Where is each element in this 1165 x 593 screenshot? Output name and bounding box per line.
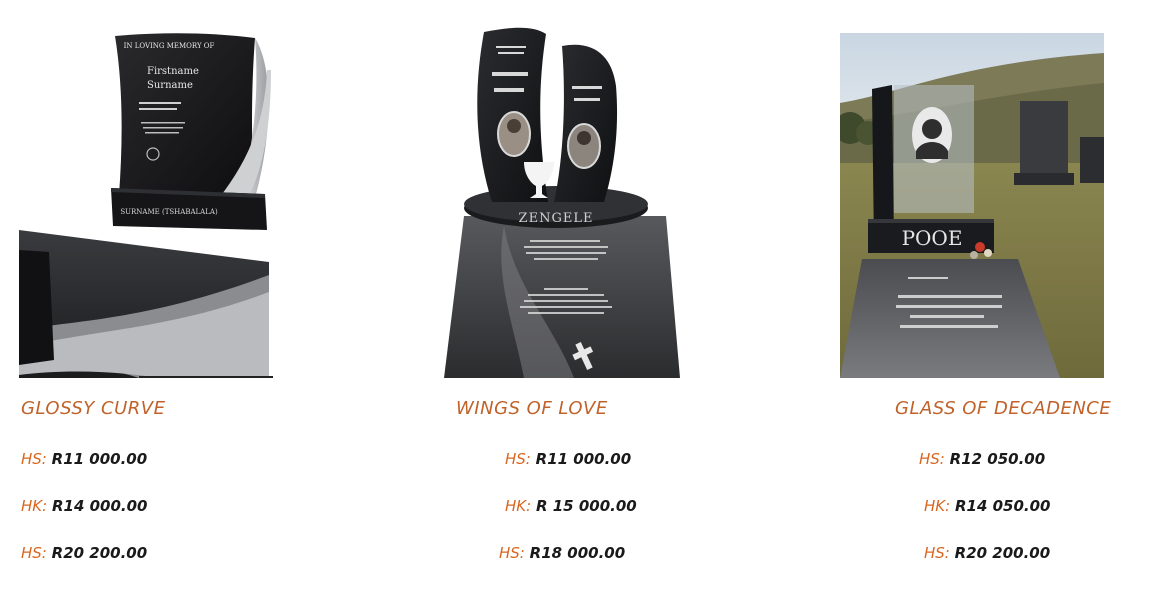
price-value: R11 000.00 [51, 450, 148, 468]
product-title[interactable]: GLASS OF DECADENCE [895, 398, 1111, 419]
price-label: HS: [505, 450, 531, 468]
price-label: HK: [21, 497, 48, 515]
product-photo-glossy-curve[interactable]: IN LOVING MEMORY OF Firstname Surname SU… [19, 30, 273, 378]
price-value: R 15 000.00 [535, 497, 637, 515]
catalog-page: IN LOVING MEMORY OF Firstname Surname SU… [0, 0, 1165, 593]
price-row: HK: R 15 000.00 [505, 497, 637, 515]
price-label: HK: [924, 497, 951, 515]
tombstone-image: IN LOVING MEMORY OF Firstname Surname SU… [19, 33, 273, 378]
price-label: HK: [505, 497, 532, 515]
price-value: R20 200.00 [51, 544, 148, 562]
price-row: HS: R20 200.00 [21, 544, 147, 562]
price-row: HK: R14 000.00 [21, 497, 147, 515]
price-row: HS: R20 200.00 [924, 544, 1050, 562]
price-row: HS: R18 000.00 [499, 544, 625, 562]
price-value: R20 200.00 [954, 544, 1051, 562]
price-label: HS: [919, 450, 945, 468]
product-title[interactable]: WINGS OF LOVE [456, 398, 608, 419]
product-photo-glass-of-decadence[interactable]: POOE [840, 33, 1104, 378]
base-name-text: POOE [902, 226, 963, 250]
price-row: HK: R14 050.00 [924, 497, 1050, 515]
product-glossy-curve: IN LOVING MEMORY OF Firstname Surname SU… [0, 0, 380, 593]
price-label: HS: [499, 544, 525, 562]
price-value: R11 000.00 [535, 450, 632, 468]
memory-line: IN LOVING MEMORY OF [124, 42, 215, 50]
base-name-text: ZENGELE [519, 211, 594, 226]
product-wings-of-love: ZENGELE WINGS OF LOVE HS: R11 000.00 HK:… [400, 0, 780, 593]
price-label: HS: [924, 544, 950, 562]
price-value: R14 050.00 [954, 497, 1051, 515]
tombstone-image: ZENGELE [444, 27, 680, 378]
price-value: R18 000.00 [529, 544, 626, 562]
price-row: HS: R11 000.00 [505, 450, 631, 468]
price-value: R14 000.00 [51, 497, 148, 515]
base-name-text: SURNAME (TSHABALALA) [120, 208, 218, 216]
product-photo-wings-of-love[interactable]: ZENGELE [444, 26, 680, 378]
tombstone-image: POOE [840, 33, 1104, 378]
firstname-text: Firstname [147, 66, 199, 77]
price-row: HS: R12 050.00 [919, 450, 1045, 468]
price-row: HS: R11 000.00 [21, 450, 147, 468]
price-value: R12 050.00 [949, 450, 1046, 468]
price-label: HS: [21, 450, 47, 468]
price-label: HS: [21, 544, 47, 562]
product-title[interactable]: GLOSSY CURVE [21, 398, 165, 419]
surname-text: Surname [147, 80, 193, 91]
product-glass-of-decadence: POOE GLASS OF DECADENCE HS: R12 050.00 H… [800, 0, 1165, 593]
